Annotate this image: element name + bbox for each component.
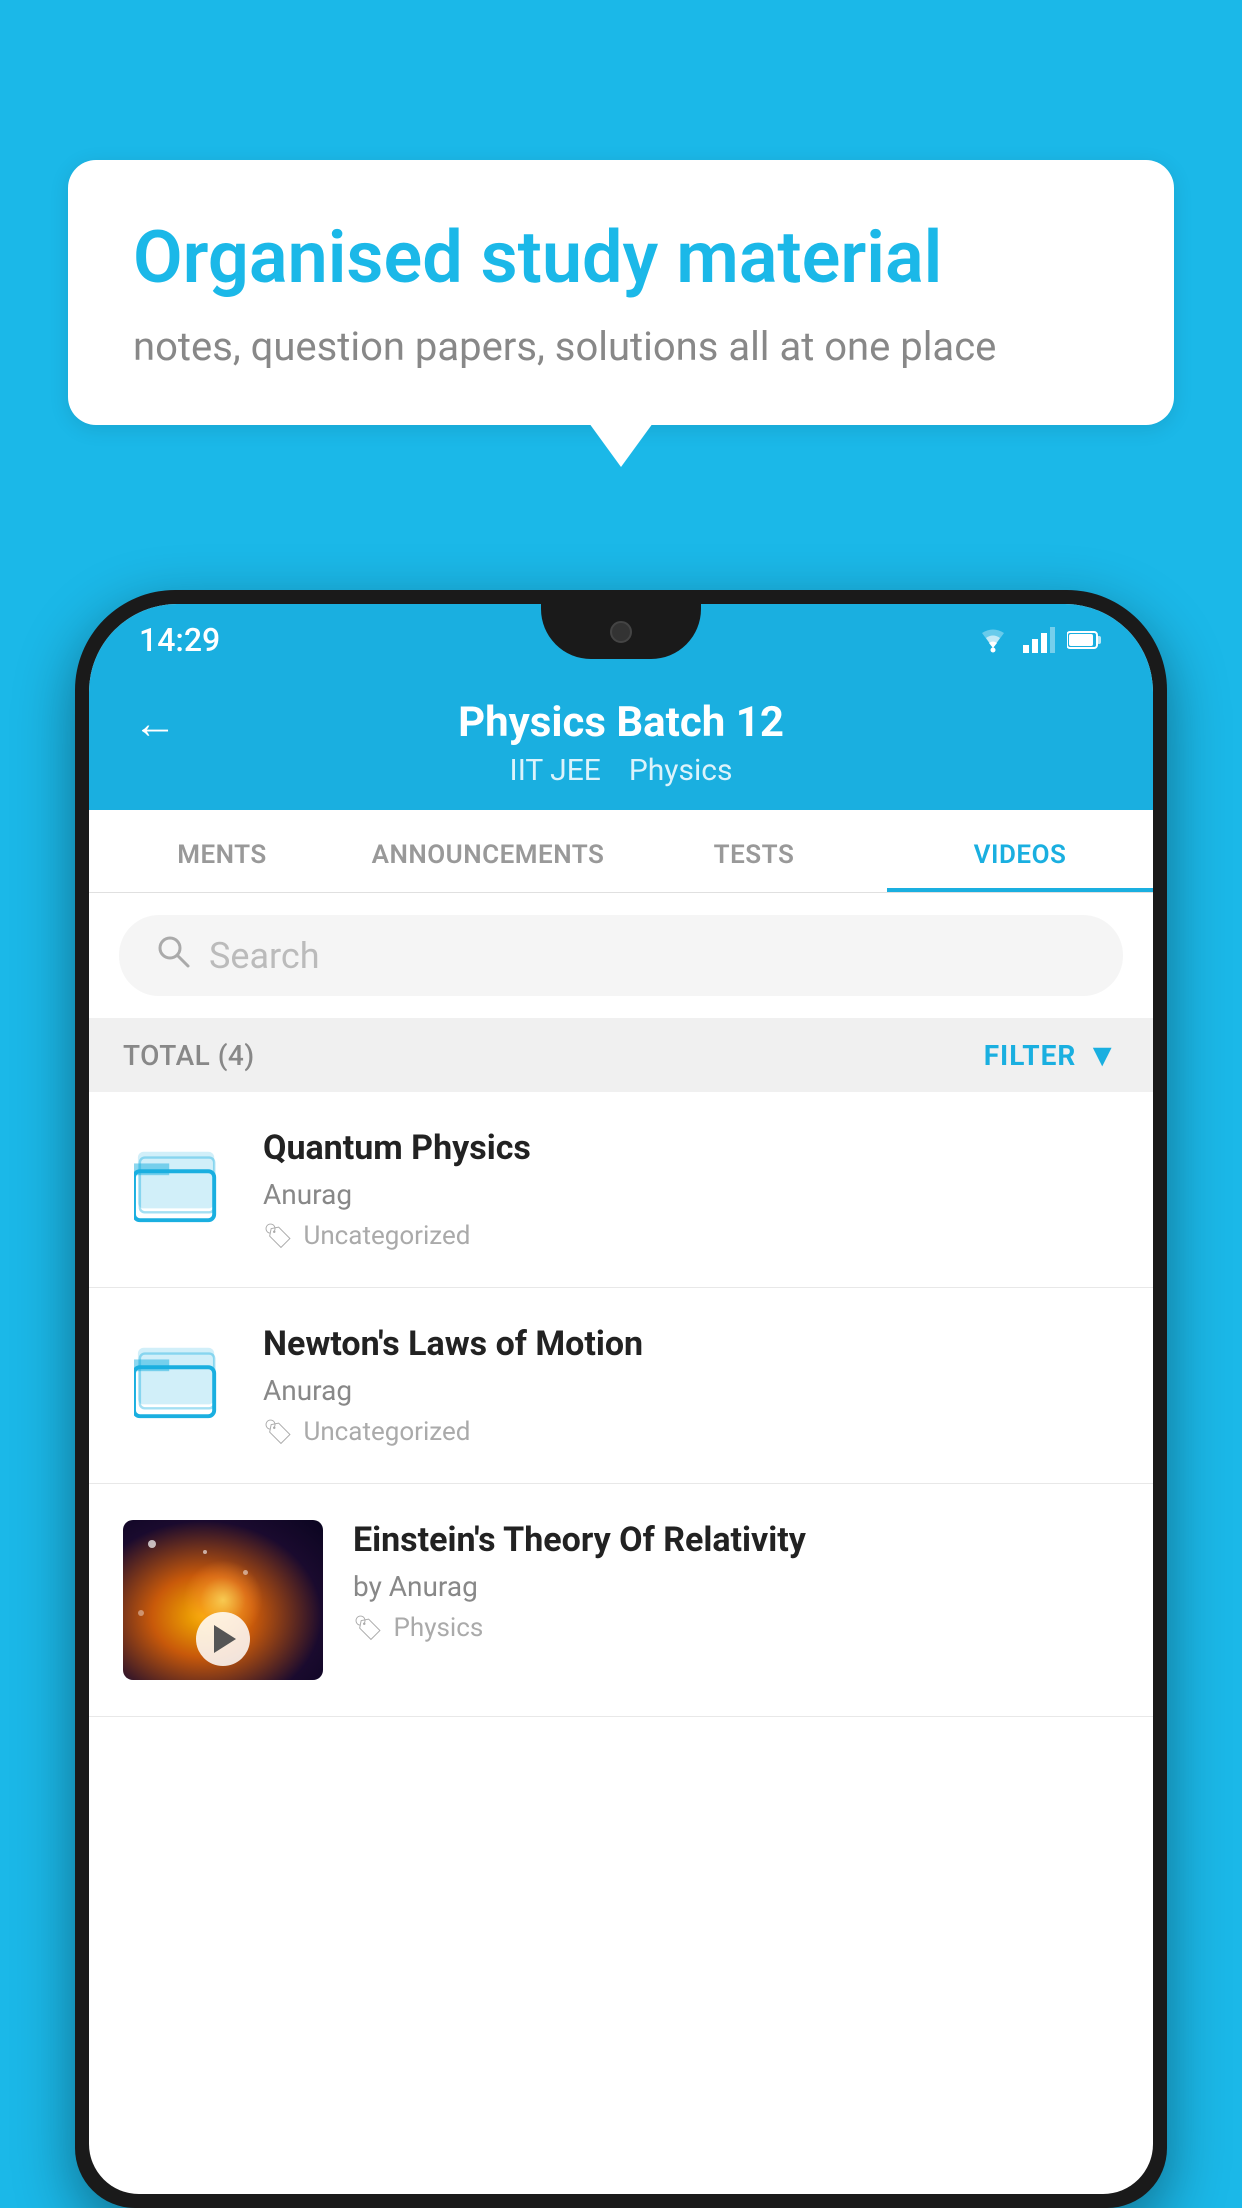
tab-tests[interactable]: TESTS (621, 810, 887, 892)
list-item[interactable]: Quantum Physics Anurag 🏷 Uncategorized (89, 1092, 1153, 1288)
video-list: Quantum Physics Anurag 🏷 Uncategorized (89, 1092, 1153, 1717)
video-tag: Uncategorized (303, 1221, 470, 1251)
header-tag-physics: Physics (629, 753, 733, 788)
search-bar[interactable]: Search (119, 915, 1123, 996)
bubble-subtitle: notes, question papers, solutions all at… (133, 323, 1109, 370)
search-container: Search (89, 893, 1153, 1018)
header-tag-iitjee: IIT JEE (510, 753, 601, 788)
header-tags: IIT JEE Physics (510, 753, 733, 788)
video-author: by Anurag (353, 1570, 1119, 1603)
search-placeholder: Search (209, 935, 320, 977)
app-header: ← Physics Batch 12 IIT JEE Physics (89, 676, 1153, 810)
phone-screen: 14:29 (89, 604, 1153, 2194)
video-title: Newton's Laws of Motion (263, 1324, 1119, 1364)
tag-icon: 🏷 (263, 1418, 293, 1446)
filter-icon: ▼ (1086, 1036, 1119, 1074)
video-tag: Uncategorized (303, 1417, 470, 1447)
camera-dot (610, 621, 632, 643)
tab-announcements[interactable]: ANNOUNCEMENTS (355, 810, 621, 892)
battery-icon (1067, 629, 1103, 651)
wifi-icon (975, 626, 1011, 654)
status-icons (975, 626, 1103, 654)
tag-icon: 🏷 (263, 1222, 293, 1250)
status-bar: 14:29 (89, 604, 1153, 676)
video-tag-row: 🏷 Physics (353, 1613, 1119, 1643)
tab-ments[interactable]: MENTS (89, 810, 355, 892)
video-info-newton: Newton's Laws of Motion Anurag 🏷 Uncateg… (263, 1324, 1119, 1447)
filter-label: FILTER (984, 1039, 1077, 1072)
video-tag: Physics (393, 1613, 483, 1643)
play-triangle-icon (214, 1625, 236, 1653)
video-author: Anurag (263, 1178, 1119, 1211)
folder-icon-quantum (123, 1128, 233, 1238)
video-author: Anurag (263, 1374, 1119, 1407)
speech-bubble-wrapper: Organised study material notes, question… (68, 160, 1174, 467)
phone-notch (541, 604, 701, 659)
status-time: 14:29 (139, 621, 220, 659)
bubble-title: Organised study material (133, 215, 1109, 301)
tab-videos[interactable]: VIDEOS (887, 810, 1153, 892)
list-item[interactable]: Einstein's Theory Of Relativity by Anura… (89, 1484, 1153, 1717)
filter-bar: TOTAL (4) FILTER ▼ (89, 1018, 1153, 1092)
video-info-quantum: Quantum Physics Anurag 🏷 Uncategorized (263, 1128, 1119, 1251)
back-button[interactable]: ← (133, 697, 177, 749)
video-tag-row: 🏷 Uncategorized (263, 1417, 1119, 1447)
search-icon (155, 933, 191, 978)
header-title: Physics Batch 12 (458, 698, 784, 747)
video-title: Einstein's Theory Of Relativity (353, 1520, 1119, 1560)
video-title: Quantum Physics (263, 1128, 1119, 1168)
tag-icon: 🏷 (353, 1614, 383, 1642)
video-info-einstein: Einstein's Theory Of Relativity by Anura… (353, 1520, 1119, 1643)
list-item[interactable]: Newton's Laws of Motion Anurag 🏷 Uncateg… (89, 1288, 1153, 1484)
folder-icon-newton (123, 1324, 233, 1434)
header-row: ← Physics Batch 12 (133, 698, 1109, 747)
video-tag-row: 🏷 Uncategorized (263, 1221, 1119, 1251)
phone-frame: 14:29 (75, 590, 1167, 2208)
signal-icon (1023, 627, 1055, 653)
filter-button[interactable]: FILTER ▼ (984, 1036, 1119, 1074)
play-button[interactable] (196, 1612, 250, 1666)
speech-bubble: Organised study material notes, question… (68, 160, 1174, 425)
tabs-bar: MENTS ANNOUNCEMENTS TESTS VIDEOS (89, 810, 1153, 893)
video-thumbnail-einstein (123, 1520, 323, 1680)
total-count: TOTAL (4) (123, 1039, 255, 1072)
speech-bubble-tail (589, 423, 653, 467)
